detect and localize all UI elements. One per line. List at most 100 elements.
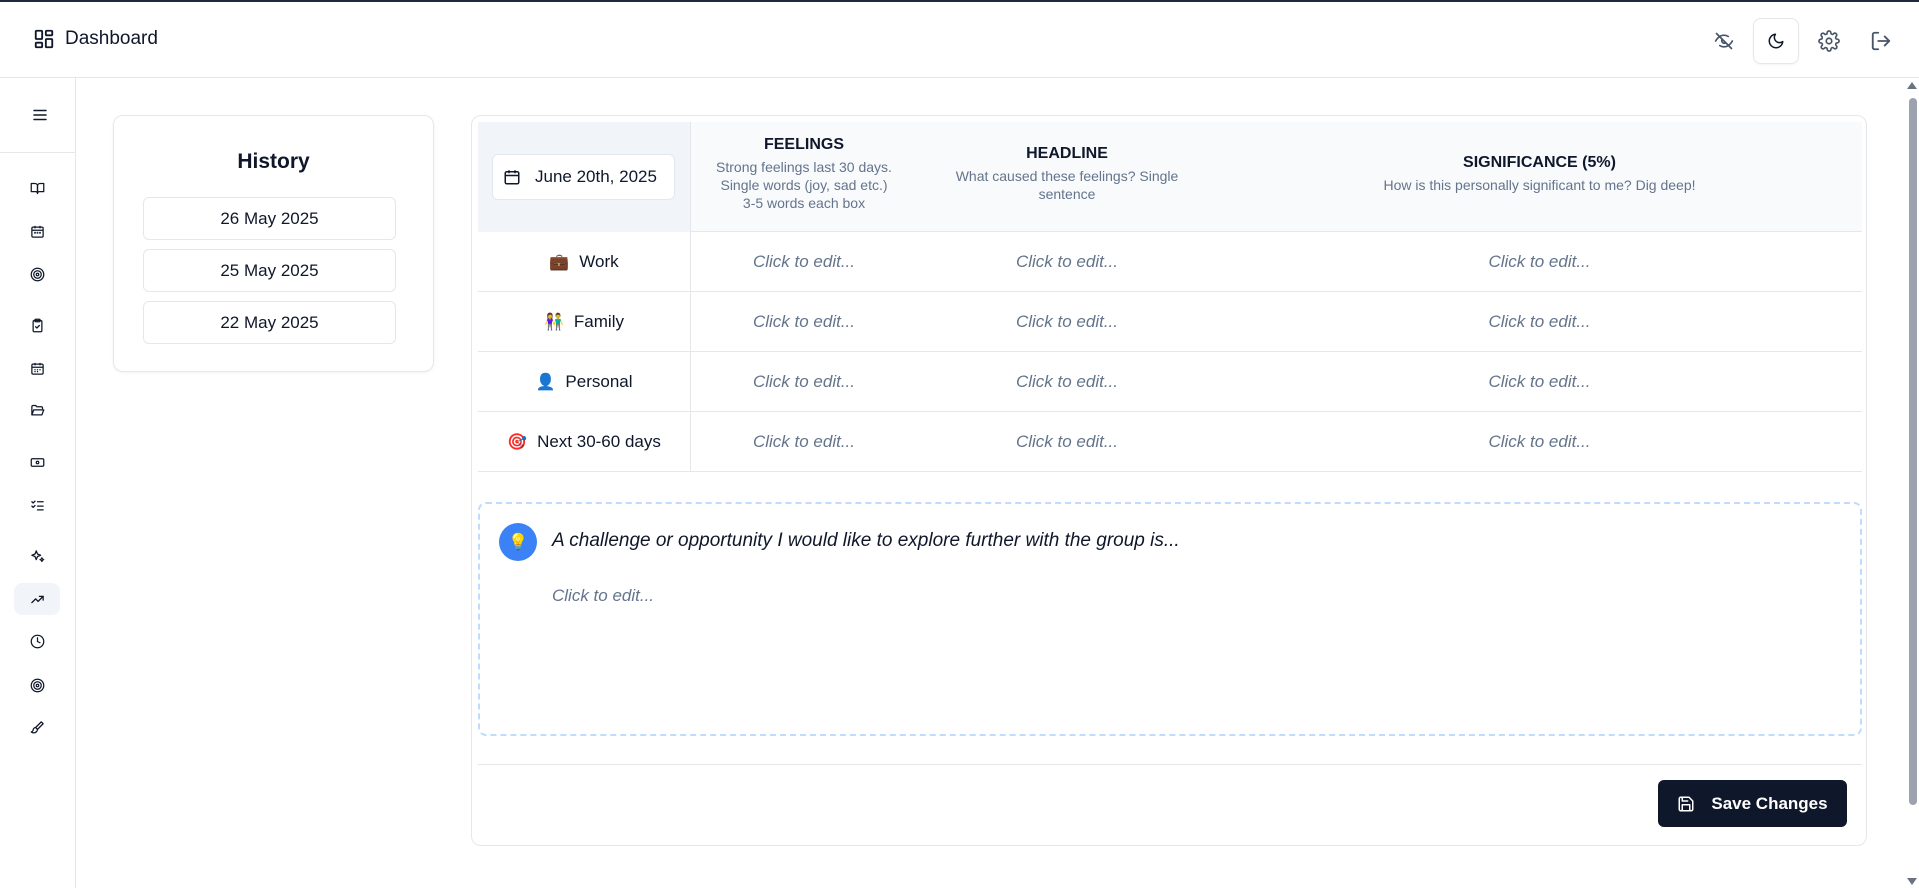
column-header-headline: HEADLINE What caused these feelings? Sin… [917, 145, 1217, 203]
feelings-cell[interactable]: Click to edit... [691, 352, 917, 412]
column-title: SIGNIFICANCE (5%) [1463, 154, 1616, 171]
history-date-button[interactable]: 26 May 2025 [143, 197, 396, 240]
column-subtitle-line: Single words (joy, sad etc.) [720, 177, 888, 193]
dashboard-icon [33, 28, 55, 50]
feelings-cell[interactable]: Click to edit... [691, 232, 917, 292]
history-date-button[interactable]: 25 May 2025 [143, 249, 396, 292]
significance-cell[interactable]: Click to edit... [1217, 292, 1862, 352]
sidebar-item-tasks[interactable] [14, 309, 60, 341]
headline-cell[interactable]: Click to edit... [917, 232, 1217, 292]
target-icon [30, 678, 45, 693]
list-checks-icon [30, 498, 45, 513]
history-date-button[interactable]: 22 May 2025 [143, 301, 396, 344]
table-header: June 20th, 2025 FEELINGS Strong feelings… [478, 122, 1862, 232]
row-category: 👫 Family [478, 292, 691, 352]
sparkles-icon [30, 549, 45, 564]
book-icon [30, 181, 45, 196]
sidebar-item-goals[interactable] [14, 258, 60, 290]
row-category: 👤 Personal [478, 352, 691, 412]
logout-button[interactable] [1858, 18, 1904, 64]
sidebar-item-creative[interactable] [14, 711, 60, 743]
row-label: Work [579, 252, 619, 271]
row-label: Personal [565, 372, 633, 391]
toggle-visibility-button[interactable] [1701, 18, 1747, 64]
sidebar [0, 78, 76, 888]
column-subtitle-line: Strong feelings last 30 days. [716, 159, 892, 175]
column-title: HEADLINE [1026, 145, 1108, 162]
brush-icon [30, 720, 45, 735]
date-picker-button[interactable]: June 20th, 2025 [492, 154, 675, 200]
selected-date: June 20th, 2025 [535, 167, 657, 186]
calendar-icon [503, 168, 521, 186]
banknote-icon [30, 455, 45, 470]
significance-cell[interactable]: Click to edit... [1217, 352, 1862, 412]
table-row: 👤 Personal Click to edit... Click to edi… [478, 352, 1862, 412]
challenge-input[interactable]: Click to edit... [552, 586, 654, 606]
feelings-cell[interactable]: Click to edit... [691, 292, 917, 352]
table-row: 👫 Family Click to edit... Click to edit.… [478, 292, 1862, 352]
sidebar-toggle-button[interactable] [25, 100, 55, 130]
column-header-feelings: FEELINGS Strong feelings last 30 days. S… [691, 136, 917, 212]
settings-button[interactable] [1806, 18, 1852, 64]
save-icon [1677, 795, 1695, 813]
history-panel: History 26 May 2025 25 May 2025 22 May 2… [113, 115, 434, 372]
sidebar-item-progress[interactable] [14, 583, 60, 615]
save-label: Save Changes [1711, 793, 1828, 813]
feelings-cell[interactable]: Click to edit... [691, 412, 917, 472]
lightbulb-icon: 💡 [499, 523, 537, 561]
column-subtitle-line: sentence [1038, 186, 1096, 202]
scroll-down-arrow[interactable] [1907, 878, 1917, 885]
headline-cell[interactable]: Click to edit... [917, 412, 1217, 472]
eye-off-icon [1714, 31, 1734, 51]
history-title: History [237, 150, 310, 173]
column-subtitle: What caused these feelings? Single sente… [917, 167, 1217, 203]
trending-up-icon [30, 592, 45, 607]
sidebar-item-history[interactable] [14, 625, 60, 657]
clipboard-check-icon [30, 318, 45, 333]
significance-cell[interactable]: Click to edit... [1217, 412, 1862, 472]
family-icon: 👫 [544, 312, 564, 331]
column-title: FEELINGS [763, 136, 844, 153]
column-subtitle-line: 3-5 words each box [742, 195, 866, 211]
folder-open-icon [30, 403, 45, 418]
column-subtitle-line: What caused these feelings? Single [955, 168, 1179, 184]
date-header-cell: June 20th, 2025 [478, 122, 691, 232]
sidebar-item-checklist[interactable] [14, 489, 60, 521]
page-title: Dashboard [65, 28, 158, 49]
headline-cell[interactable]: Click to edit... [917, 352, 1217, 412]
app-header: Dashboard [0, 2, 1919, 78]
lightbulb-emoji: 💡 [508, 532, 528, 551]
row-category: 💼 Work [478, 232, 691, 292]
sidebar-item-ideas[interactable] [14, 540, 60, 572]
sidebar-item-files[interactable] [14, 394, 60, 426]
scroll-up-arrow[interactable] [1907, 82, 1917, 89]
column-subtitle: How is this personally significant to me… [1217, 176, 1862, 194]
row-category: 🎯 Next 30-60 days [478, 412, 691, 472]
sidebar-item-schedule[interactable] [14, 352, 60, 384]
sidebar-item-finance[interactable] [14, 446, 60, 478]
column-subtitle-line: How is this personally significant to me… [1383, 177, 1696, 193]
significance-cell[interactable]: Click to edit... [1217, 232, 1862, 292]
logout-icon [1870, 30, 1892, 52]
sidebar-item-calendar[interactable] [14, 215, 60, 247]
table-row: 🎯 Next 30-60 days Click to edit... Click… [478, 412, 1862, 472]
headline-cell[interactable]: Click to edit... [917, 292, 1217, 352]
clock-icon [30, 634, 45, 649]
save-button[interactable]: Save Changes [1658, 780, 1847, 827]
gear-icon [1818, 30, 1840, 52]
sidebar-item-focus[interactable] [14, 669, 60, 701]
row-label: Family [573, 312, 624, 331]
sidebar-divider [0, 152, 76, 153]
calendar-days-icon [30, 361, 45, 376]
theme-toggle-button[interactable] [1753, 18, 1799, 64]
scrollbar-thumb[interactable] [1909, 98, 1917, 805]
menu-icon [31, 106, 49, 124]
target-icon [30, 267, 45, 282]
sidebar-item-journal[interactable] [14, 172, 60, 204]
briefcase-icon: 💼 [549, 252, 570, 271]
row-label: Next 30-60 days [537, 432, 661, 451]
brand[interactable]: Dashboard [33, 28, 158, 50]
person-icon: 👤 [535, 372, 556, 391]
table-row: 💼 Work Click to edit... Click to edit...… [478, 232, 1862, 292]
target-icon: 🎯 [507, 432, 528, 451]
